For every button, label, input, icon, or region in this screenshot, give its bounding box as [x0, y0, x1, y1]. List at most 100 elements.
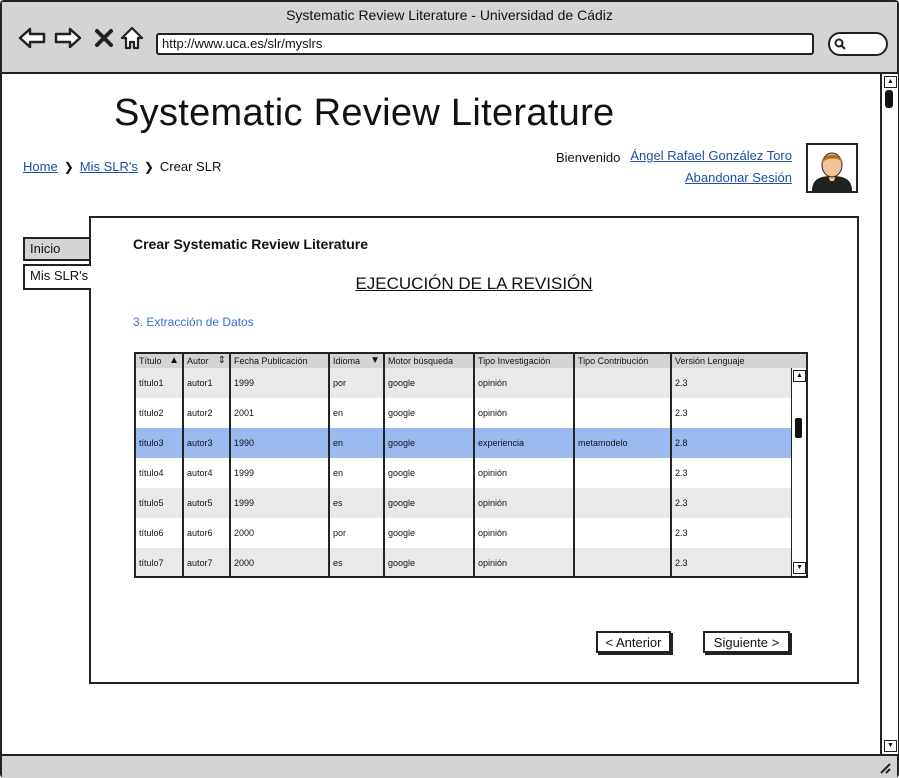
- table-row[interactable]: título3 autor3 1990 en google experiencia meta…: [136, 428, 791, 458]
- table-row[interactable]: título7 autor7 2000 es google opinión 2.3: [136, 548, 791, 576]
- previous-button[interactable]: < Anterior: [596, 631, 671, 653]
- table-row[interactable]: título4 autor4 1999 en google opinión 2.3: [136, 458, 791, 488]
- table-cell-motor: google: [388, 468, 416, 478]
- table-cell-autor: autor3: [187, 438, 213, 448]
- table-cell-idioma: por: [333, 378, 347, 388]
- welcome-label: Bienvenido: [556, 150, 621, 165]
- table-cell-fecha: 2000: [234, 528, 255, 538]
- scroll-down-icon[interactable]: ▼: [884, 740, 897, 752]
- column-divider: [573, 354, 575, 576]
- table-cell-motor: google: [388, 408, 416, 418]
- table-cell-autor: autor5: [187, 498, 213, 508]
- tab-inicio[interactable]: Inicio: [23, 237, 89, 261]
- table-row[interactable]: título1 autor1 1999 por google opinión 2.3: [136, 368, 791, 398]
- table-cell-titulo: título7: [139, 558, 164, 568]
- subsection-title: 3. Extracción de Datos: [133, 315, 254, 329]
- chevron-right-icon: ❯: [143, 159, 154, 174]
- table-cell-autor: autor7: [187, 558, 213, 568]
- scroll-up-icon[interactable]: ▲: [884, 76, 897, 88]
- table-scrollbar[interactable]: ▲ ▼: [791, 368, 806, 576]
- resize-grip-icon[interactable]: [877, 760, 891, 774]
- table-scroll-down-icon[interactable]: ▼: [793, 562, 806, 574]
- table-cell-tipo-contribucion: [575, 368, 672, 398]
- table-cell-version-lenguaje: 2.3: [675, 378, 688, 388]
- back-arrow-icon[interactable]: [18, 24, 46, 52]
- window-title: Systematic Review Literature - Universid…: [286, 7, 613, 23]
- table-cell-tipo-investigacion: opinión: [478, 378, 508, 388]
- sort-descending-icon[interactable]: ▼: [370, 354, 380, 368]
- table-cell-tipo-contribucion: [575, 488, 672, 518]
- table-cell-version-lenguaje: 2.8: [675, 438, 688, 448]
- column-header-tipo-contribucion[interactable]: Tipo Contribución: [575, 354, 672, 368]
- page-scroll-thumb[interactable]: [885, 90, 893, 108]
- table-cell-tipo-investigacion: opinión: [478, 558, 508, 568]
- table-scroll-up-icon[interactable]: ▲: [793, 370, 806, 382]
- table-cell-autor: autor2: [187, 408, 213, 418]
- home-icon[interactable]: [118, 24, 146, 52]
- table-cell-autor: autor4: [187, 468, 213, 478]
- column-divider: [182, 354, 184, 576]
- table-cell-tipo-investigacion: experiencia: [478, 438, 525, 448]
- logout-link[interactable]: Abandonar Sesión: [685, 170, 792, 185]
- table-row[interactable]: título2 autor2 2001 en google opinión 2.3: [136, 398, 791, 428]
- breadcrumb-myslrs-link[interactable]: Mis SLR's: [80, 159, 138, 174]
- content-panel: Crear Systematic Review Literature EJECU…: [89, 216, 859, 684]
- table-cell-motor: google: [388, 558, 416, 568]
- column-header-titulo[interactable]: Título ▲: [136, 354, 184, 368]
- column-divider: [383, 354, 385, 576]
- user-avatar-icon: [812, 152, 852, 191]
- chevron-right-icon: ❯: [63, 159, 74, 174]
- forward-arrow-icon[interactable]: [54, 24, 82, 52]
- url-field[interactable]: http://www.uca.es/slr/myslrs: [156, 33, 814, 55]
- status-bar: [2, 754, 897, 778]
- page-scrollbar[interactable]: ▲ ▼: [880, 74, 898, 754]
- column-divider: [229, 354, 231, 576]
- url-text: http://www.uca.es/slr/myslrs: [162, 36, 323, 51]
- table-row[interactable]: título6 autor6 2000 por google opinión 2.3: [136, 518, 791, 548]
- next-button[interactable]: Siguiente >: [703, 631, 790, 653]
- table-cell-motor: google: [388, 378, 416, 388]
- table-cell-version-lenguaje: 2.3: [675, 498, 688, 508]
- table-cell-fecha: 1999: [234, 468, 255, 478]
- table-cell-idioma: por: [333, 528, 347, 538]
- tab-mis-slrs[interactable]: Mis SLR's: [23, 264, 91, 290]
- close-icon[interactable]: [90, 24, 118, 52]
- avatar: [806, 143, 858, 193]
- sort-ascending-icon[interactable]: ▲: [169, 354, 179, 368]
- table-cell-tipo-investigacion: opinión: [478, 528, 508, 538]
- table-cell-version-lenguaje: 2.3: [675, 468, 688, 478]
- column-header-label: Versión Lenguaje: [675, 356, 745, 366]
- table-cell-fecha: 1999: [234, 498, 255, 508]
- table-cell-motor: google: [388, 528, 416, 538]
- column-header-tipo-investigacion[interactable]: Tipo Investigación: [475, 354, 575, 368]
- table-cell-titulo: título6: [139, 528, 164, 538]
- table-cell-motor: google: [388, 438, 416, 448]
- column-divider: [670, 354, 672, 576]
- column-header-label: Motor búsqueda: [388, 356, 454, 366]
- table-cell-idioma: en: [333, 468, 344, 478]
- column-header-label: Fecha Publicación: [234, 356, 308, 366]
- table-cell-autor: autor6: [187, 528, 213, 538]
- breadcrumb-home-link[interactable]: Home: [23, 159, 58, 174]
- table-cell-tipo-contribucion: [575, 458, 672, 488]
- table-cell-titulo: título2: [139, 408, 164, 418]
- column-header-motor[interactable]: Motor búsqueda: [385, 354, 475, 368]
- table-cell-idioma: es: [333, 558, 343, 568]
- column-header-idioma[interactable]: Idioma ▼: [330, 354, 385, 368]
- column-header-autor[interactable]: Autor ⇕: [184, 354, 231, 368]
- table-cell-tipo-contribucion: [575, 548, 672, 576]
- user-name-link[interactable]: Ángel Rafael González Toro: [630, 148, 792, 163]
- column-header-version-lenguaje[interactable]: Versión Lenguaje: [672, 354, 791, 368]
- table-cell-tipo-contribucion: [575, 518, 672, 548]
- table-cell-titulo: título1: [139, 378, 164, 388]
- table-scroll-thumb[interactable]: [795, 418, 802, 438]
- column-divider: [473, 354, 475, 576]
- table-cell-titulo: título5: [139, 498, 164, 508]
- search-icon: [834, 38, 846, 50]
- browser-search-field[interactable]: [828, 32, 888, 56]
- column-header-label: Tipo Investigación: [478, 356, 551, 366]
- column-header-fecha[interactable]: Fecha Publicación: [231, 354, 330, 368]
- sort-toggle-icon[interactable]: ⇕: [218, 354, 226, 368]
- table-row[interactable]: título5 autor5 1999 es google opinión 2.3: [136, 488, 791, 518]
- breadcrumb-current: Crear SLR: [159, 159, 222, 174]
